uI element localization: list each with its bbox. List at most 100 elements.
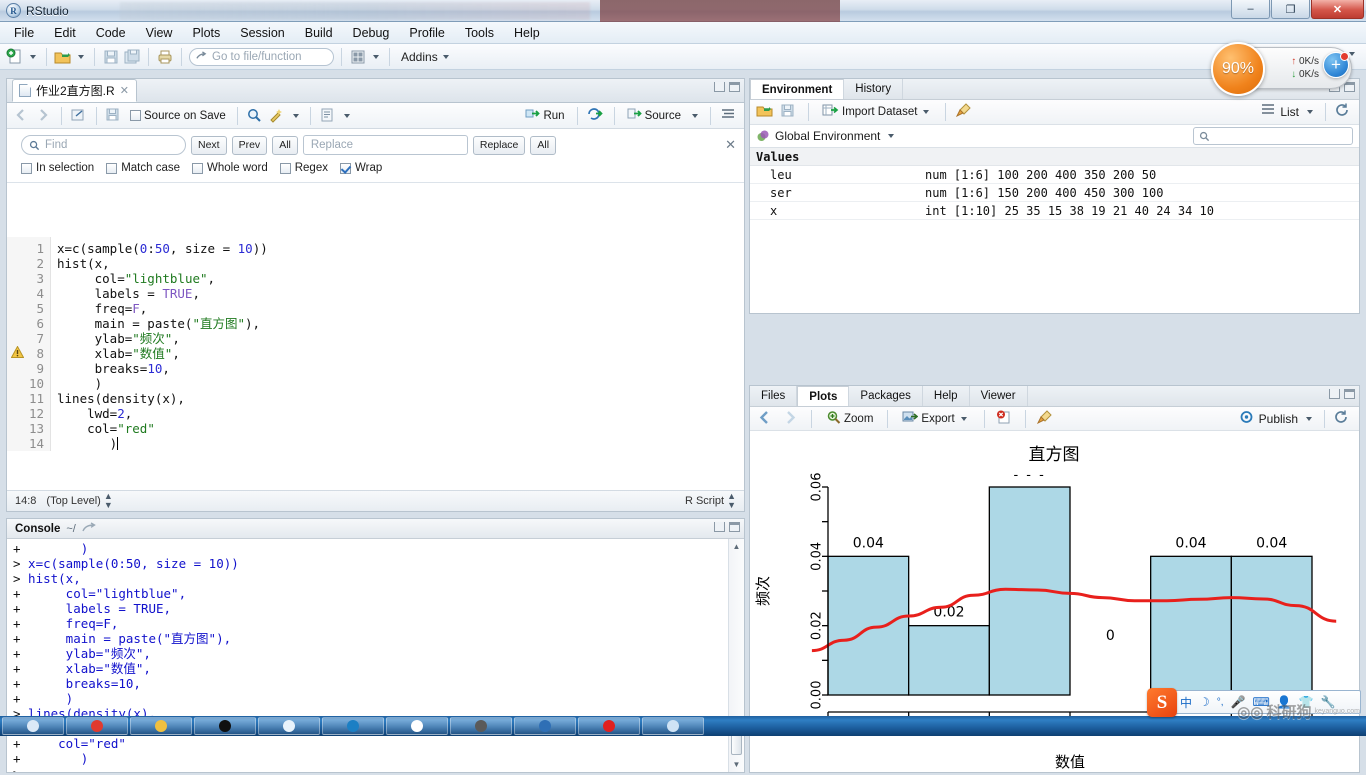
- plots-maximize-button[interactable]: [1344, 389, 1355, 399]
- find-input[interactable]: Find: [21, 135, 186, 155]
- taskbar-item[interactable]: [578, 717, 640, 735]
- source-minimize-button[interactable]: [714, 82, 725, 92]
- menu-help[interactable]: Help: [504, 24, 550, 42]
- project-dropdown-icon[interactable]: [1349, 52, 1355, 56]
- find-next-button[interactable]: Next: [191, 135, 227, 155]
- compile-dropdown-icon[interactable]: [343, 113, 350, 118]
- refresh-icon[interactable]: [1335, 103, 1353, 121]
- menu-edit[interactable]: Edit: [44, 24, 86, 42]
- save-icon[interactable]: [102, 48, 120, 66]
- option-match-case[interactable]: Match case: [106, 162, 180, 174]
- export-dropdown-icon[interactable]: [960, 416, 967, 421]
- sogou-logo-icon[interactable]: S: [1147, 688, 1177, 717]
- scroll-up-icon[interactable]: ▲: [729, 539, 744, 554]
- addins-dropdown-icon[interactable]: [442, 54, 449, 59]
- menu-tools[interactable]: Tools: [455, 24, 504, 42]
- show-in-new-window-icon[interactable]: [70, 107, 88, 125]
- menu-debug[interactable]: Debug: [343, 24, 400, 42]
- match-case-checkbox[interactable]: [106, 162, 118, 174]
- refresh-icon[interactable]: [1334, 410, 1352, 428]
- open-folder-icon[interactable]: [54, 48, 72, 66]
- menu-profile[interactable]: Profile: [399, 24, 454, 42]
- replace-all-button[interactable]: All: [530, 135, 557, 155]
- option-whole-word[interactable]: Whole word: [192, 162, 268, 174]
- user-icon[interactable]: 👤: [1277, 695, 1292, 709]
- ime-mode-label[interactable]: 中: [1180, 694, 1192, 711]
- whole-word-checkbox[interactable]: [192, 162, 203, 174]
- new-file-dropdown-icon[interactable]: [30, 54, 36, 59]
- close-button[interactable]: ✕: [1311, 0, 1364, 19]
- zoom-plot-button[interactable]: Zoom: [823, 409, 876, 429]
- sogou-ime-toolbar[interactable]: S 中 ☽ °, 🎤 ⌨ 👤 👕 🔧: [1147, 688, 1361, 717]
- arrow-left-icon[interactable]: [757, 410, 775, 428]
- console-maximize-button[interactable]: [729, 522, 740, 532]
- open-folder-dropdown-icon[interactable]: [78, 54, 84, 59]
- option-regex[interactable]: Regex: [279, 162, 328, 174]
- menu-plots[interactable]: Plots: [182, 24, 230, 42]
- taskbar-item[interactable]: [66, 717, 128, 735]
- code-tools-icon[interactable]: [268, 107, 286, 125]
- source-on-save-checkbox[interactable]: [130, 110, 141, 121]
- environment-row[interactable]: ser num [1:6] 150 200 400 450 300 100: [750, 184, 1359, 202]
- save-icon[interactable]: [105, 107, 123, 125]
- find-prev-button[interactable]: Prev: [231, 135, 268, 155]
- magnifier-icon[interactable]: [246, 107, 264, 125]
- export-plot-button[interactable]: Export: [899, 409, 972, 429]
- console-output[interactable]: + ) > x=c(sample(0:50, size = 10)) > hist(…: [7, 539, 744, 772]
- pane-layout-dropdown-icon[interactable]: [373, 54, 379, 59]
- taskbar-item[interactable]: [386, 717, 448, 735]
- open-in-window-icon[interactable]: [82, 521, 96, 536]
- save-workspace-icon[interactable]: [780, 103, 798, 121]
- list-view-dropdown-icon[interactable]: [1307, 110, 1313, 114]
- remove-plot-icon[interactable]: [996, 410, 1014, 428]
- environment-maximize-button[interactable]: [1344, 82, 1355, 92]
- replace-button[interactable]: Replace: [472, 135, 526, 155]
- console-scrollbar[interactable]: ▲ ▼: [728, 539, 744, 772]
- tab-environment[interactable]: Environment: [750, 79, 845, 99]
- taskbar-item[interactable]: [130, 717, 192, 735]
- taskbar-item[interactable]: [322, 717, 384, 735]
- code-editor[interactable]: 1 2 3 4 5 6 7 8 9 10 11 12 13 14 x=c(sample(0:50, siz…: [7, 237, 744, 489]
- restore-button[interactable]: ❐: [1271, 0, 1310, 19]
- close-tab-icon[interactable]: ✕: [120, 84, 129, 97]
- re-run-icon[interactable]: [587, 107, 605, 125]
- document-outline-icon[interactable]: [720, 107, 738, 125]
- taskbar-item[interactable]: [642, 717, 704, 735]
- environment-row[interactable]: leu num [1:6] 100 200 400 350 200 50: [750, 166, 1359, 184]
- widget-expand-button[interactable]: +: [1323, 52, 1349, 78]
- print-icon[interactable]: [156, 48, 174, 66]
- source-button[interactable]: Source: [624, 106, 684, 126]
- option-wrap[interactable]: Wrap: [339, 162, 382, 174]
- new-file-icon[interactable]: [6, 48, 24, 66]
- voice-input-icon[interactable]: 🎤: [1231, 695, 1246, 709]
- scroll-down-icon[interactable]: ▼: [729, 757, 744, 772]
- option-in-selection[interactable]: In selection: [21, 162, 94, 174]
- skin-icon[interactable]: 👕: [1299, 695, 1314, 709]
- tab-viewer[interactable]: Viewer: [970, 386, 1028, 406]
- compile-report-icon[interactable]: [319, 107, 337, 125]
- tab-help[interactable]: Help: [923, 386, 970, 406]
- source-on-save-toggle[interactable]: Source on Save: [127, 109, 229, 123]
- minimize-button[interactable]: –: [1231, 0, 1270, 19]
- regex-checkbox[interactable]: [279, 162, 291, 174]
- menu-build[interactable]: Build: [295, 24, 343, 42]
- menu-file[interactable]: File: [4, 24, 44, 42]
- tab-history[interactable]: History: [844, 79, 904, 99]
- environment-search-input[interactable]: [1193, 127, 1353, 145]
- in-selection-checkbox[interactable]: [21, 162, 32, 174]
- clear-plots-icon[interactable]: [1036, 409, 1055, 428]
- source-dropdown-icon[interactable]: [692, 113, 698, 118]
- environment-scope-dropdown-icon[interactable]: [888, 134, 895, 138]
- addins-button[interactable]: Addins: [397, 50, 452, 64]
- menu-view[interactable]: View: [136, 24, 183, 42]
- save-all-icon[interactable]: [123, 48, 141, 66]
- run-button[interactable]: Run: [522, 106, 567, 126]
- goto-file-function-input[interactable]: Go to file/function: [189, 47, 334, 66]
- publish-dropdown-icon[interactable]: [1306, 416, 1312, 421]
- menu-session[interactable]: Session: [230, 24, 294, 42]
- moon-icon[interactable]: ☽: [1199, 695, 1210, 709]
- import-dropdown-icon[interactable]: [923, 110, 930, 114]
- taskbar-item[interactable]: [194, 717, 256, 735]
- find-all-button[interactable]: All: [272, 135, 298, 155]
- plots-minimize-button[interactable]: [1329, 389, 1340, 399]
